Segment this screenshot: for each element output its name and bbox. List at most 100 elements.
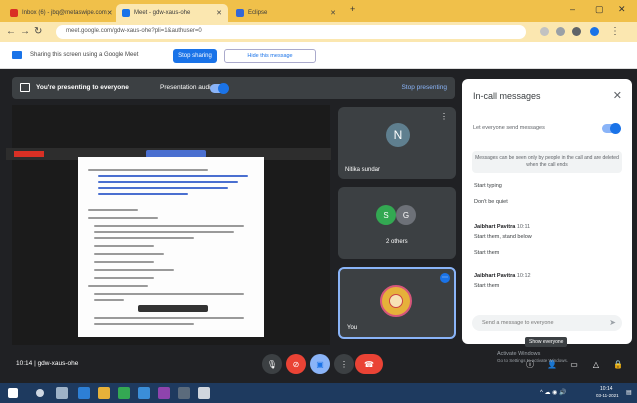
participant-name: 2 others	[386, 239, 408, 245]
chat-input[interactable]: Send a message to everyone	[472, 315, 622, 331]
tab-label: Eclipse	[248, 10, 268, 16]
message-text: Start them	[474, 250, 500, 256]
app-icon	[236, 9, 244, 17]
screen-share-icon	[12, 51, 22, 59]
extension-icon[interactable]	[572, 27, 581, 36]
edge-icon[interactable]	[78, 387, 90, 399]
taskbar: ^ ☁ ◉ 🔊 10:14 03-11-2021 ▤	[0, 383, 637, 403]
file-explorer-icon[interactable]	[98, 387, 110, 399]
close-icon[interactable]: ✕	[613, 89, 622, 102]
sharing-notification: Sharing this screen using a Google Meet …	[0, 42, 637, 69]
tab-eclipse[interactable]: Eclipse ✕	[230, 4, 342, 22]
sender-name: Jaibhart Pavitra	[474, 224, 516, 230]
doc-toolbar	[138, 305, 208, 312]
send-icon[interactable]: ➤	[609, 318, 616, 327]
close-tab-icon[interactable]: ✕	[330, 9, 336, 17]
meeting-code: 10:14 | gdw-xaus-ohe	[16, 360, 79, 367]
windows-start-icon[interactable]	[8, 388, 18, 398]
message-time: 10:12	[516, 273, 531, 279]
menu-icon[interactable]: ⋮	[610, 26, 620, 37]
message-text: Start typing	[474, 183, 502, 189]
url-input[interactable]: meet.google.com/gdw-xaus-ohe?pli=1&authu…	[56, 25, 526, 39]
participant-tile[interactable]: S G 2 others	[338, 187, 456, 259]
stop-sharing-button[interactable]: Stop sharing	[173, 49, 217, 63]
close-window-icon[interactable]: ✕	[618, 4, 626, 15]
activities-icon[interactable]: △	[586, 354, 606, 374]
message-text: Don't be quiet	[474, 199, 508, 205]
participant-name: Nitika sundar	[345, 167, 381, 173]
chat-icon[interactable]: ▭	[564, 354, 584, 374]
chrome-icon[interactable]	[118, 387, 130, 399]
extension-icon[interactable]	[556, 27, 565, 36]
let-everyone-toggle[interactable]	[602, 123, 621, 134]
profile-icon[interactable]	[590, 27, 599, 36]
hide-message-button[interactable]: Hide this message	[224, 49, 316, 63]
task-view-icon[interactable]	[56, 387, 68, 399]
clock-date: 03-11-2021	[596, 393, 619, 398]
shared-document	[78, 157, 264, 337]
more-options-icon[interactable]: ⋮	[440, 112, 448, 121]
end-call-button[interactable]: ☎	[355, 354, 383, 374]
presenting-banner: You're presenting to everyone Presentati…	[12, 77, 455, 99]
chat-title: In-call messages	[473, 91, 541, 101]
notification-icon[interactable]: ▤	[626, 389, 632, 396]
message-sender: Jaibhart Pavitra 10:12	[474, 273, 531, 279]
mic-icon[interactable]: 🎙	[262, 354, 282, 374]
clock-time: 10:14	[600, 386, 613, 392]
close-tab-icon[interactable]: ✕	[107, 9, 113, 17]
message-text: Start them, stand below	[474, 234, 532, 240]
lock-icon[interactable]: 🔒	[608, 354, 628, 374]
app-icon[interactable]	[198, 387, 210, 399]
more-options-icon[interactable]: ⋮	[334, 354, 354, 374]
people-icon[interactable]: 👤	[542, 354, 562, 374]
more-options-icon[interactable]: ⋯	[440, 273, 450, 283]
tab-meet[interactable]: Meet - gdw-xaus-ohe ✕	[116, 4, 228, 22]
message-text: Start them	[474, 283, 500, 289]
sharing-text: Sharing this screen using a Google Meet	[30, 52, 139, 58]
tab-label: Meet - gdw-xaus-ohe	[134, 10, 191, 16]
search-icon[interactable]	[36, 389, 44, 397]
message-sender: Jaibhart Pavitra 10:11	[474, 224, 530, 230]
address-bar: ← → ↻ meet.google.com/gdw-xaus-ohe?pli=1…	[0, 22, 637, 42]
minimize-icon[interactable]: –	[570, 4, 575, 14]
participant-tile[interactable]: N ⋮ Nitika sundar	[338, 107, 456, 179]
browser-tabbar: Inbox (6) - jbq@metaswipe.com ✕ Meet - g…	[0, 0, 637, 22]
reload-icon[interactable]: ↻	[34, 26, 42, 37]
app-icon[interactable]	[178, 387, 190, 399]
avatar: S	[376, 205, 396, 225]
sender-name: Jaibhart Pavitra	[474, 273, 516, 279]
extension-icon[interactable]	[540, 27, 549, 36]
camera-off-icon[interactable]: ⊘	[286, 354, 306, 374]
chat-notice: Messages can be seen only by people in t…	[472, 151, 622, 173]
app-icon[interactable]	[158, 387, 170, 399]
meet-icon	[122, 9, 130, 17]
window-tab	[14, 151, 44, 157]
activate-windows-hint: Go to Settings to activate Windows.	[497, 358, 569, 363]
presentation-audio-toggle[interactable]	[210, 83, 229, 94]
meeting-controls: 10:14 | gdw-xaus-ohe 🎙 ⊘ ▣ ⋮ ☎ ⓘ 👤 ▭ △ 🔒	[0, 348, 637, 378]
info-icon[interactable]: ⓘ	[520, 354, 540, 374]
tooltip: Show everyone	[525, 337, 568, 347]
chat-panel: In-call messages ✕ Let everyone send mes…	[462, 79, 632, 344]
tab-label: Inbox (6) - jbq@metaswipe.com	[22, 10, 107, 16]
close-tab-icon[interactable]: ✕	[216, 9, 222, 17]
gmail-icon	[10, 9, 18, 17]
message-time: 10:11	[516, 224, 531, 230]
new-tab-icon[interactable]: +	[350, 4, 355, 14]
tray-icons[interactable]: ^ ☁ ◉ 🔊	[540, 389, 567, 396]
avatar	[380, 285, 412, 317]
stop-presenting-button[interactable]: Stop presenting	[401, 84, 447, 91]
forward-icon[interactable]: →	[20, 26, 30, 37]
participant-name: You	[347, 325, 358, 331]
app-icon[interactable]	[138, 387, 150, 399]
self-tile[interactable]: ⋯ You	[338, 267, 456, 339]
tab-inbox[interactable]: Inbox (6) - jbq@metaswipe.com ✕	[4, 4, 114, 22]
presentation-audio-label: Presentation audio	[160, 84, 215, 91]
maximize-icon[interactable]: ▢	[595, 4, 604, 15]
avatar: G	[396, 205, 416, 225]
avatar: N	[386, 123, 410, 147]
present-button-icon[interactable]: ▣	[310, 354, 330, 374]
back-icon[interactable]: ←	[6, 26, 16, 37]
let-everyone-label: Let everyone send messages	[473, 125, 545, 131]
activate-windows: Activate Windows	[497, 351, 541, 357]
